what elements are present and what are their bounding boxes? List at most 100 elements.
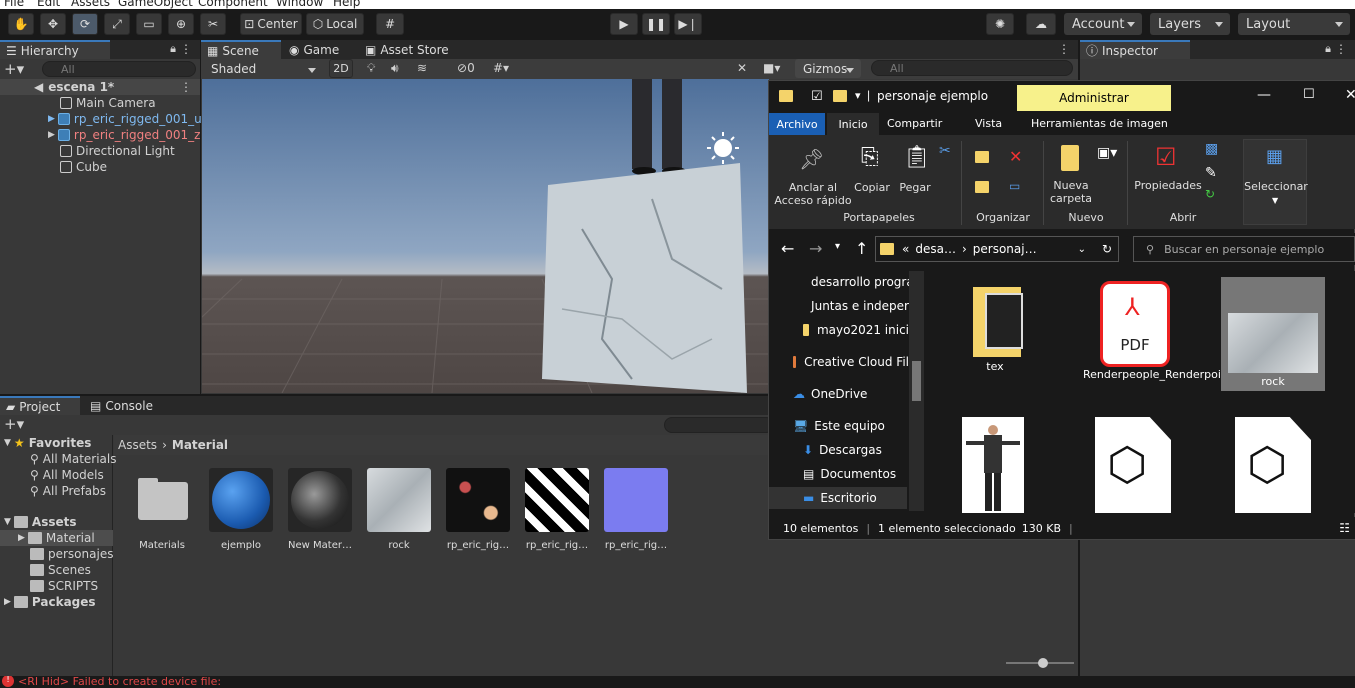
scale-tool-icon[interactable]: ⤢ <box>104 13 130 35</box>
breadcrumb-material[interactable]: Material <box>172 438 228 452</box>
maximize-icon[interactable]: ☐ <box>1303 87 1315 102</box>
cloud-icon[interactable]: ☁ <box>1026 13 1056 35</box>
custom-tool-icon[interactable]: ✂ <box>200 13 226 35</box>
tab-archivo[interactable]: Archivo <box>769 113 825 135</box>
up-icon[interactable]: ↑ <box>855 239 868 258</box>
properties-label[interactable]: Propiedades <box>1133 179 1203 192</box>
expand-icon[interactable]: ▶ <box>48 114 55 124</box>
tab-console[interactable]: ▤ Console <box>84 396 159 415</box>
asset-item[interactable]: New Mater… <box>287 468 353 551</box>
open-icon[interactable]: ▩ <box>1205 141 1218 157</box>
nav-item[interactable]: desarrollo progra <box>769 271 909 293</box>
new-folder-icon[interactable] <box>1061 145 1079 171</box>
grid-icon[interactable]: #▾ <box>493 61 509 75</box>
services-icon[interactable]: ✺ <box>986 13 1014 35</box>
step-button[interactable]: ▶❘ <box>674 13 702 35</box>
new-folder-label[interactable]: Nueva carpeta <box>1045 179 1097 205</box>
menu-help[interactable]: Help <box>333 0 360 9</box>
recent-icon[interactable]: ▾ <box>835 241 840 252</box>
scene-more-icon[interactable]: ⋮ <box>1058 42 1070 56</box>
asset-item[interactable]: rp_eric_rig… <box>603 468 669 551</box>
delete-icon[interactable]: ✕ <box>1009 147 1022 166</box>
file-item-selected[interactable]: rock <box>1221 277 1325 391</box>
list-item[interactable]: SCRIPTS <box>0 578 98 594</box>
nav-item[interactable]: Creative Cloud Fil <box>769 351 909 373</box>
tab-herramientas[interactable]: Herramientas de imagen <box>1031 117 1168 130</box>
manage-tab[interactable]: Administrar <box>1017 85 1171 111</box>
status-message[interactable]: <RI Hid> Failed to create device file: <box>18 676 221 688</box>
customize-quick-icon[interactable]: ▾ ❘ <box>855 89 873 102</box>
tab-compartir[interactable]: Compartir <box>887 117 942 130</box>
list-item[interactable]: ⚲ All Prefabs <box>0 483 106 499</box>
expand-icon[interactable]: ▼ <box>4 517 11 527</box>
pivot-center-button[interactable]: ⊡ Center <box>240 13 302 35</box>
slider-handle[interactable] <box>1038 658 1048 668</box>
more-icon[interactable]: ⋮ <box>1335 42 1347 56</box>
tab-asset-store[interactable]: ▣ Asset Store <box>359 40 455 59</box>
shading-dropdown[interactable]: Shaded <box>203 59 323 78</box>
grid-snap-icon[interactable]: # <box>376 13 404 35</box>
edit-icon[interactable]: ✎ <box>1205 165 1217 181</box>
close-icon[interactable]: ✕ <box>1345 87 1355 103</box>
list-item[interactable]: Cube <box>0 159 107 175</box>
character-thumbnail[interactable] <box>962 417 1024 513</box>
nav-scrollbar[interactable] <box>909 271 924 511</box>
tab-vista[interactable]: Vista <box>975 117 1002 130</box>
pause-button[interactable]: ❚❚ <box>642 13 670 35</box>
history-icon[interactable]: ↻ <box>1205 187 1215 201</box>
scene-search-input[interactable]: All <box>871 60 1073 76</box>
account-dropdown[interactable]: Account <box>1064 13 1142 35</box>
copy-icon[interactable]: ⎘ <box>861 145 879 170</box>
pivot-local-button[interactable]: ⬡ Local <box>306 13 364 35</box>
new-item-icon[interactable]: ▣▾ <box>1097 145 1117 161</box>
menu-gameobject[interactable]: GameObject <box>118 0 193 9</box>
list-item[interactable]: Main Camera <box>0 95 156 111</box>
hand-tool-icon[interactable]: ✋ <box>8 13 34 35</box>
expand-icon[interactable]: ▶ <box>4 597 11 607</box>
hidden-objects-icon[interactable]: ⊘0 <box>457 61 475 75</box>
layers-dropdown[interactable]: Layers <box>1150 13 1230 35</box>
transform-tool-icon[interactable]: ⊕ <box>168 13 194 35</box>
scrollbar-thumb[interactable] <box>912 361 921 401</box>
nav-item[interactable]: Juntas e indeper <box>769 295 909 317</box>
zoom-slider[interactable] <box>1006 658 1076 668</box>
gizmos-dropdown[interactable]: Gizmos <box>795 59 861 78</box>
path-segment[interactable]: desa… <box>915 242 956 256</box>
expand-icon[interactable]: ▶ <box>18 533 25 543</box>
address-bar[interactable]: « desa… › personaj… ⌄ ↻ <box>875 236 1119 262</box>
tab-scene[interactable]: ▦ Scene <box>201 40 281 59</box>
nav-item[interactable]: 🖥︎ Este equipo <box>769 415 909 437</box>
nav-item[interactable]: ▬ Escritorio <box>769 487 907 509</box>
expand-icon[interactable]: ▼ <box>4 438 11 448</box>
properties-icon[interactable]: ☑ <box>1155 143 1177 171</box>
move-tool-icon[interactable]: ✥ <box>40 13 66 35</box>
paste-label[interactable]: Pegar <box>895 181 935 194</box>
packages-header[interactable]: ▶ Packages <box>0 594 96 610</box>
scene-more-icon[interactable]: ⋮ <box>180 80 192 94</box>
tab-inicio[interactable]: Inicio <box>827 113 879 135</box>
list-item[interactable]: Scenes <box>0 562 91 578</box>
list-item[interactable]: Directional Light <box>0 143 175 159</box>
project-search-input[interactable] <box>664 417 774 433</box>
file-item[interactable]: PDF ⅄ Renderpeople_Renderpoints_Voucher <box>1083 281 1288 382</box>
paste-icon[interactable]: 📋︎ <box>903 145 931 170</box>
new-folder-quick-icon[interactable] <box>833 90 847 102</box>
list-item[interactable]: ▶ rp_eric_rigged_001_zu <box>0 127 208 143</box>
lock-icon[interactable]: 🔒︎ <box>1325 42 1331 56</box>
file-item[interactable]: tex <box>943 277 1047 374</box>
menu-component[interactable]: Component <box>198 0 268 9</box>
path-overflow[interactable]: « <box>902 242 909 256</box>
nav-item[interactable]: ⬇ Descargas <box>769 439 909 461</box>
path-segment[interactable]: personaj… <box>973 242 1037 256</box>
menu-window[interactable]: Window <box>276 0 323 9</box>
pin-icon[interactable]: 📌︎ <box>799 147 824 171</box>
play-button[interactable]: ▶ <box>610 13 638 35</box>
assets-header[interactable]: ▼ Assets <box>0 514 77 530</box>
add-icon[interactable]: +▾ <box>4 60 24 78</box>
asset-item[interactable]: ejemplo <box>208 468 274 551</box>
layout-dropdown[interactable]: Layout <box>1238 13 1350 35</box>
nav-item[interactable]: mayo2021 inici <box>769 319 909 341</box>
tab-project[interactable]: ▰ Project <box>0 396 80 415</box>
menu-assets[interactable]: Assets <box>71 0 110 9</box>
tab-game[interactable]: ◉ Game <box>283 40 345 59</box>
